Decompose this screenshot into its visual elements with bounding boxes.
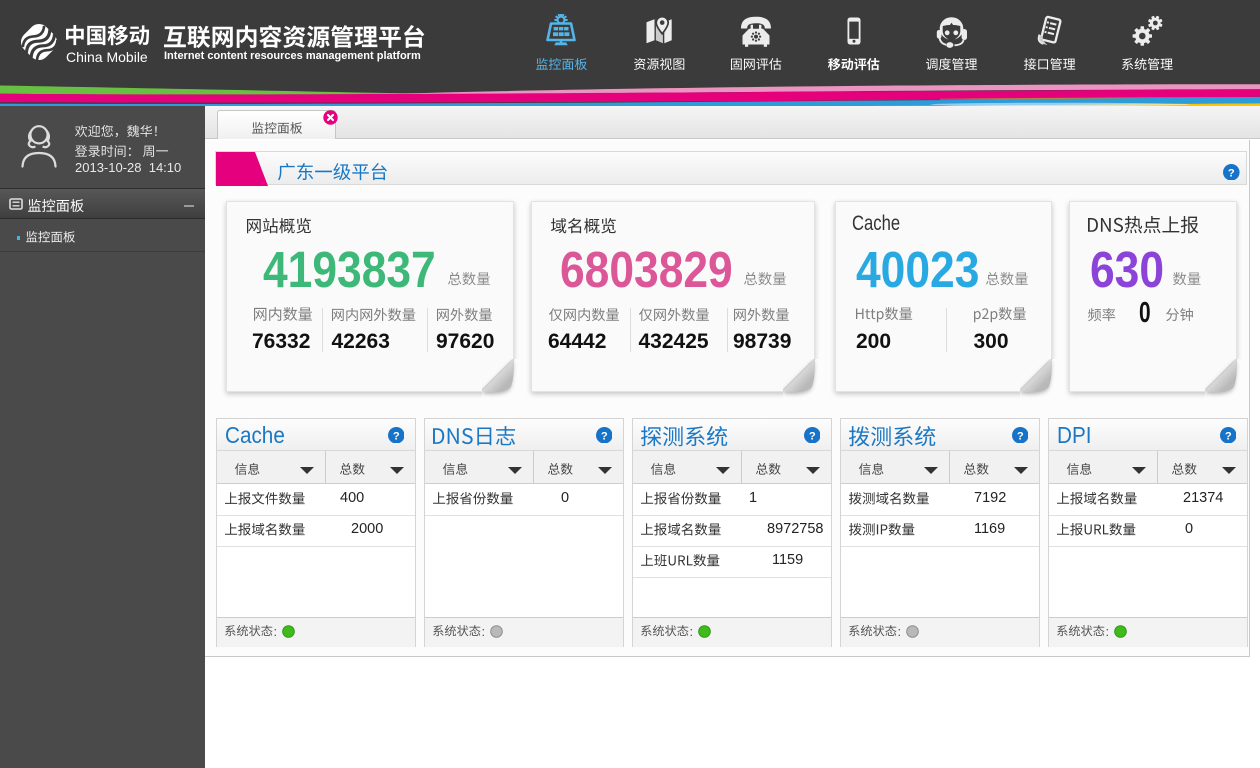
svg-text:?: ?: [1228, 167, 1235, 179]
svg-text:?: ?: [1017, 430, 1024, 442]
svg-text:?: ?: [1225, 430, 1232, 442]
svg-text:?: ?: [601, 430, 608, 442]
svg-text:?: ?: [393, 430, 400, 442]
svg-text:?: ?: [809, 430, 816, 442]
